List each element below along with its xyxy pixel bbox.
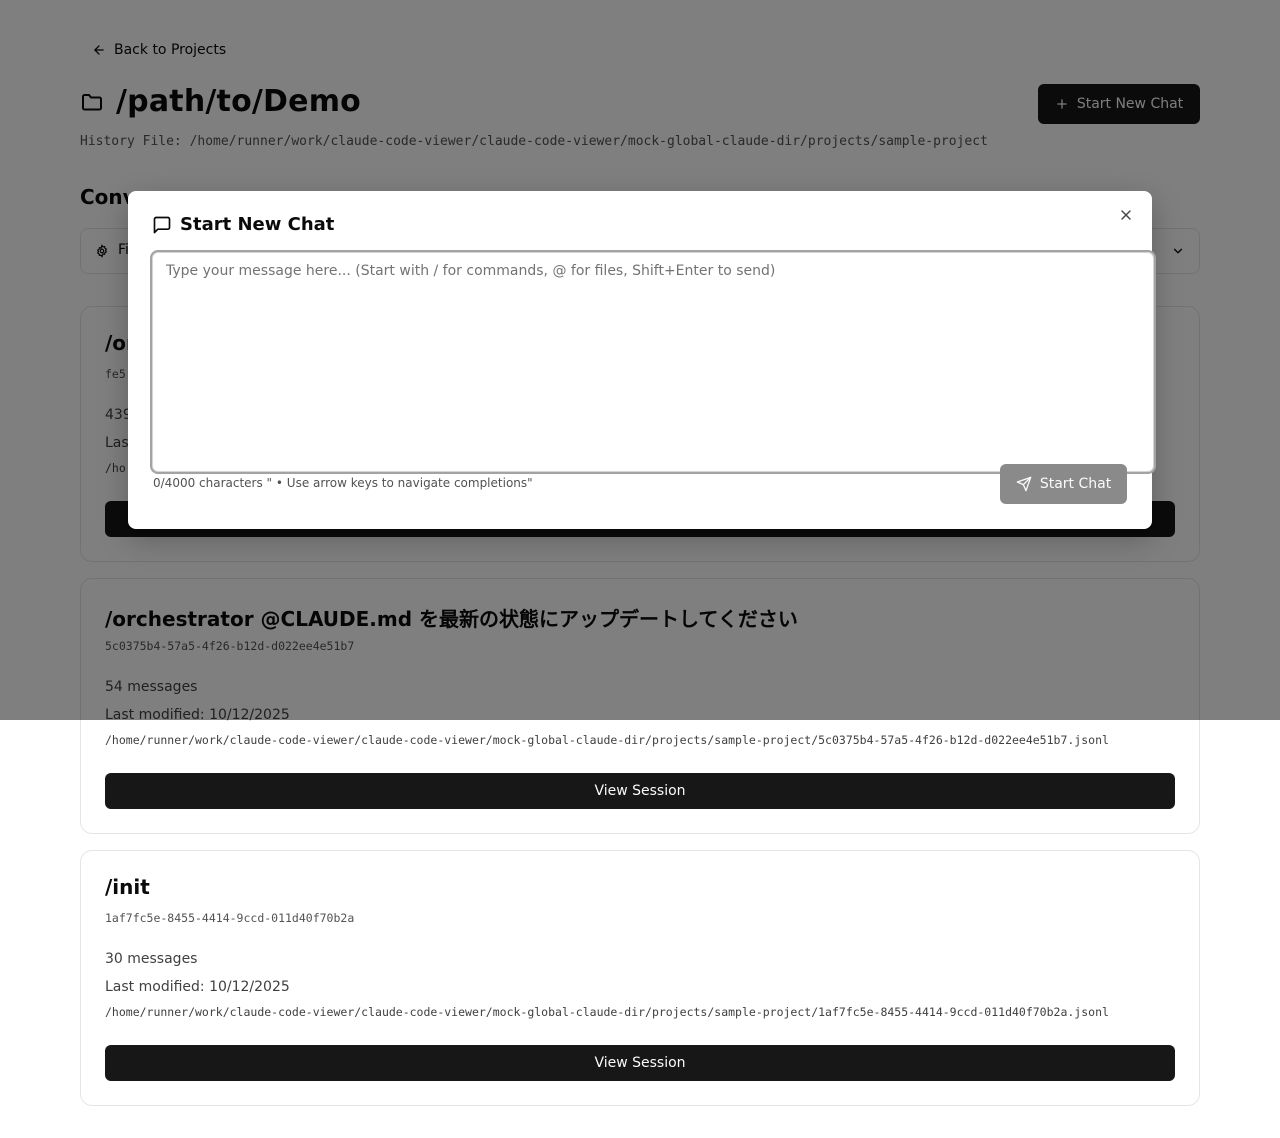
dialog-title-text: Start New Chat [180,214,335,235]
close-icon[interactable] [1118,207,1134,223]
session-card: /init 1af7fc5e-8455-4414-9ccd-011d40f70b… [80,850,1200,1106]
message-square-icon [153,216,171,233]
send-icon [1016,476,1032,492]
session-id: 1af7fc5e-8455-4414-9ccd-011d40f70b2a [105,911,355,925]
last-modified: Last modified: 10/12/2025 [105,979,290,995]
session-file-path: /home/runner/work/claude-code-viewer/cla… [105,1005,1109,1019]
dialog-title: Start New Chat [152,214,334,235]
new-chat-dialog: Start New Chat 0/4000 characters " • Use… [128,191,1154,529]
character-count-hint: 0/4000 characters " • Use arrow keys to … [153,476,533,490]
view-session-button[interactable]: View Session [105,773,1175,809]
session-title: /init [105,875,150,899]
session-file-path: /home/runner/work/claude-code-viewer/cla… [105,733,1109,747]
message-count: 30 messages [105,951,198,967]
message-input[interactable] [152,252,1154,472]
view-session-button[interactable]: View Session [105,1045,1175,1081]
start-chat-button[interactable]: Start Chat [1000,464,1127,504]
start-chat-label: Start Chat [1039,476,1112,492]
